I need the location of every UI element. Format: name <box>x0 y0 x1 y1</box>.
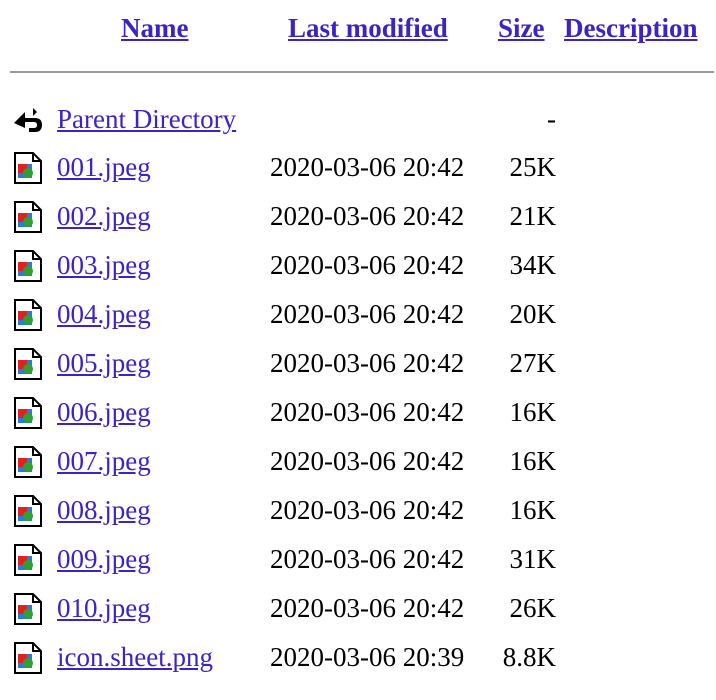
file-row: 008.jpeg 2020-03-06 20:42 16K <box>0 486 716 534</box>
file-size: 21K <box>509 201 557 231</box>
file-size: 16K <box>509 495 557 525</box>
file-row: icon.sheet.png 2020-03-06 20:39 8.8K <box>0 633 716 681</box>
sort-by-name-link[interactable]: Name <box>121 8 188 48</box>
file-link[interactable]: 008.jpeg <box>57 486 151 534</box>
file-modified: 2020-03-06 20:42 <box>270 201 465 231</box>
file-size: 31K <box>509 544 557 574</box>
image-file-icon <box>14 348 42 380</box>
file-modified: 2020-03-06 20:42 <box>270 348 465 378</box>
file-size: 27K <box>509 348 557 378</box>
file-row: 007.jpeg 2020-03-06 20:42 16K <box>0 437 716 485</box>
file-size: 20K <box>509 299 557 329</box>
sort-by-last-modified-link[interactable]: Last modified <box>288 8 448 48</box>
file-row: 006.jpeg 2020-03-06 20:42 16K <box>0 388 716 436</box>
file-row: 010.jpeg 2020-03-06 20:42 26K <box>0 584 716 632</box>
header-divider <box>10 71 714 73</box>
file-row: 009.jpeg 2020-03-06 20:42 31K <box>0 535 716 583</box>
image-file-icon <box>14 250 42 282</box>
file-row: 005.jpeg 2020-03-06 20:42 27K <box>0 339 716 387</box>
file-size: 8.8K <box>502 642 556 672</box>
image-file-icon <box>14 201 42 233</box>
file-row: 004.jpeg 2020-03-06 20:42 20K <box>0 290 716 338</box>
file-link[interactable]: 001.jpeg <box>57 143 151 191</box>
file-link[interactable]: 004.jpeg <box>57 290 151 338</box>
file-size: 25K <box>509 152 557 182</box>
file-size: 16K <box>509 446 557 476</box>
image-file-icon <box>14 397 42 429</box>
parent-size: - <box>547 104 556 134</box>
file-size: 26K <box>509 593 557 623</box>
file-modified: 2020-03-06 20:42 <box>270 397 465 427</box>
file-modified: 2020-03-06 20:42 <box>270 152 465 182</box>
file-modified: 2020-03-06 20:42 <box>270 446 465 476</box>
file-link[interactable]: 005.jpeg <box>57 339 151 387</box>
image-file-icon <box>14 642 42 674</box>
file-link[interactable]: 010.jpeg <box>57 584 151 632</box>
image-file-icon <box>14 495 42 527</box>
image-file-icon <box>14 593 42 625</box>
file-link[interactable]: icon.sheet.png <box>57 633 213 681</box>
image-file-icon <box>14 152 42 184</box>
file-modified: 2020-03-06 20:42 <box>270 250 465 280</box>
image-file-icon <box>14 299 42 331</box>
file-modified: 2020-03-06 20:42 <box>270 495 465 525</box>
image-file-icon <box>14 446 42 478</box>
file-modified: 2020-03-06 20:39 <box>270 642 465 672</box>
file-link[interactable]: 002.jpeg <box>57 192 151 240</box>
file-modified: 2020-03-06 20:42 <box>270 299 465 329</box>
file-row: 001.jpeg 2020-03-06 20:42 25K <box>0 143 716 191</box>
file-link[interactable]: 003.jpeg <box>57 241 151 289</box>
file-size: 34K <box>509 250 557 280</box>
file-link[interactable]: 009.jpeg <box>57 535 151 583</box>
parent-directory-row: Parent Directory - <box>0 95 716 143</box>
file-size: 16K <box>509 397 557 427</box>
sort-by-size-link[interactable]: Size <box>498 8 545 48</box>
file-modified: 2020-03-06 20:42 <box>270 544 465 574</box>
file-link[interactable]: 006.jpeg <box>57 388 151 436</box>
file-link[interactable]: 007.jpeg <box>57 437 151 485</box>
file-row: 002.jpeg 2020-03-06 20:42 21K <box>0 192 716 240</box>
file-modified: 2020-03-06 20:42 <box>270 593 465 623</box>
sort-by-description-link[interactable]: Description <box>564 8 697 48</box>
file-row: 003.jpeg 2020-03-06 20:42 34K <box>0 241 716 289</box>
image-file-icon <box>14 544 42 576</box>
parent-directory-link[interactable]: Parent Directory <box>57 95 236 143</box>
back-arrow-icon <box>14 108 42 132</box>
